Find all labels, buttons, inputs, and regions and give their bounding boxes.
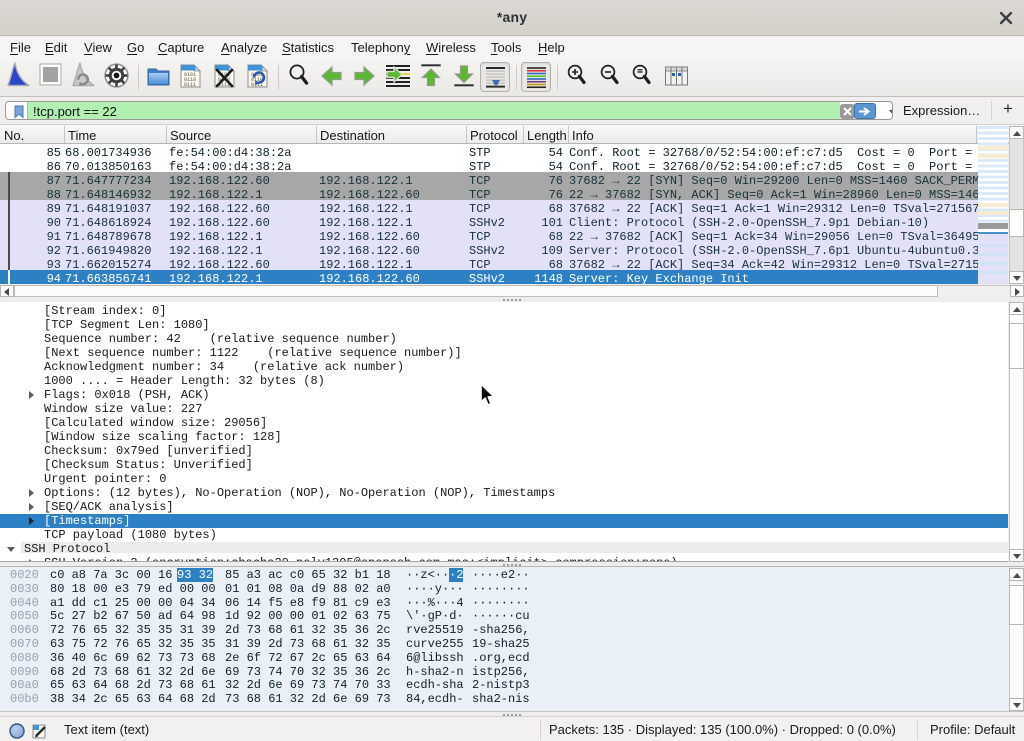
svg-text:0111: 0111 bbox=[184, 82, 196, 88]
